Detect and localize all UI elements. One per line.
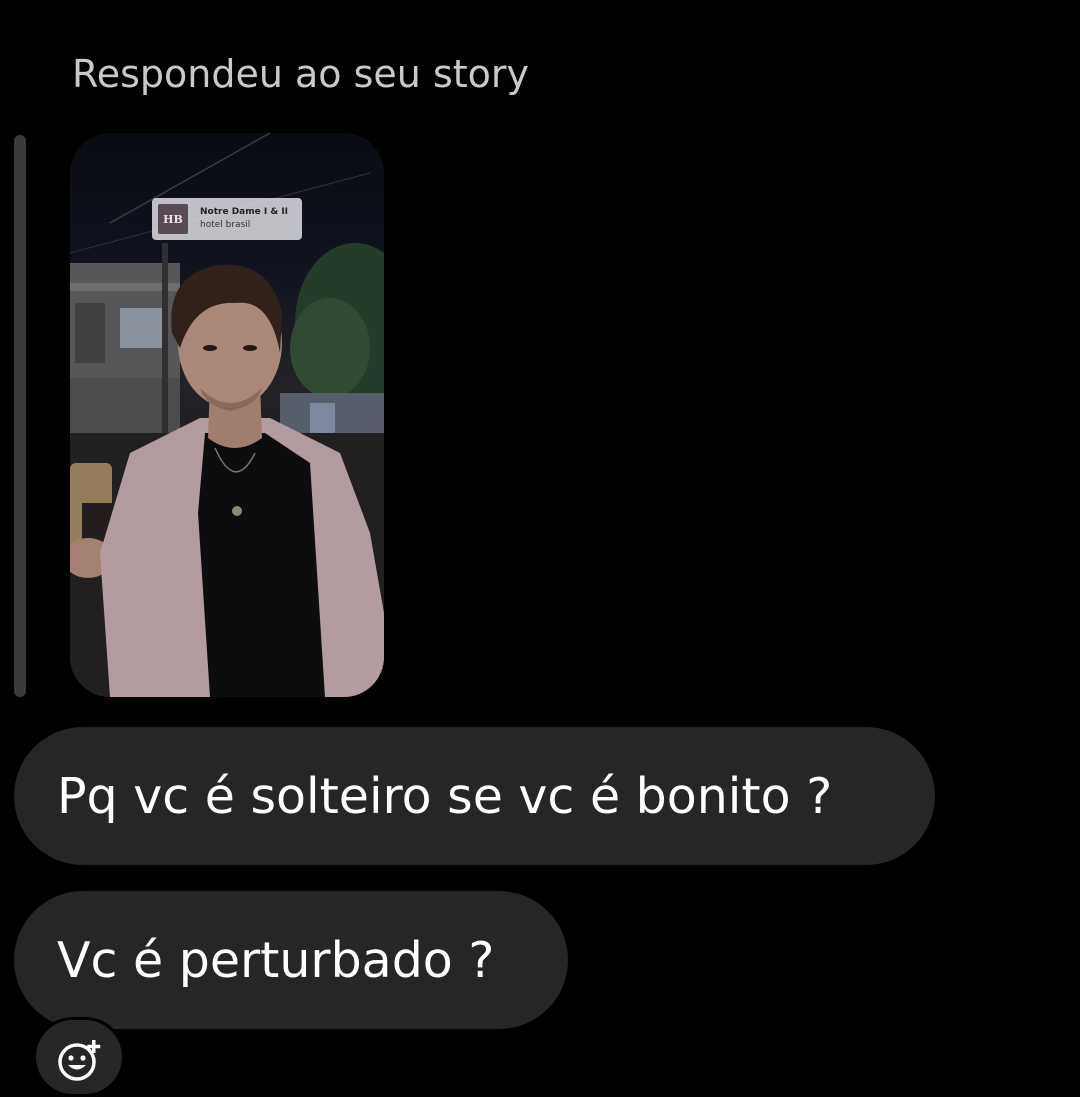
story-thumbnail[interactable]: HB Notre Dame I & II hotel brasil (70, 133, 384, 697)
message-bubble[interactable]: Pq vc é solteiro se vc é bonito ? (14, 727, 935, 865)
message-bubble[interactable]: Vc é perturbado ? (14, 891, 568, 1029)
message-text: Vc é perturbado ? (57, 931, 495, 989)
music-sticker[interactable]: HB Notre Dame I & II hotel brasil (152, 198, 302, 240)
album-cover-icon: HB (158, 204, 188, 234)
add-reaction-icon (58, 1040, 101, 1081)
add-reaction-button[interactable] (33, 1017, 125, 1097)
message-text: Pq vc é solteiro se vc é bonito ? (57, 767, 833, 825)
reply-context-label: Respondeu ao seu story (72, 52, 530, 96)
song-artist: hotel brasil (200, 220, 251, 230)
reply-quote-bar (14, 135, 26, 697)
song-title: Notre Dame I & II (200, 207, 289, 217)
